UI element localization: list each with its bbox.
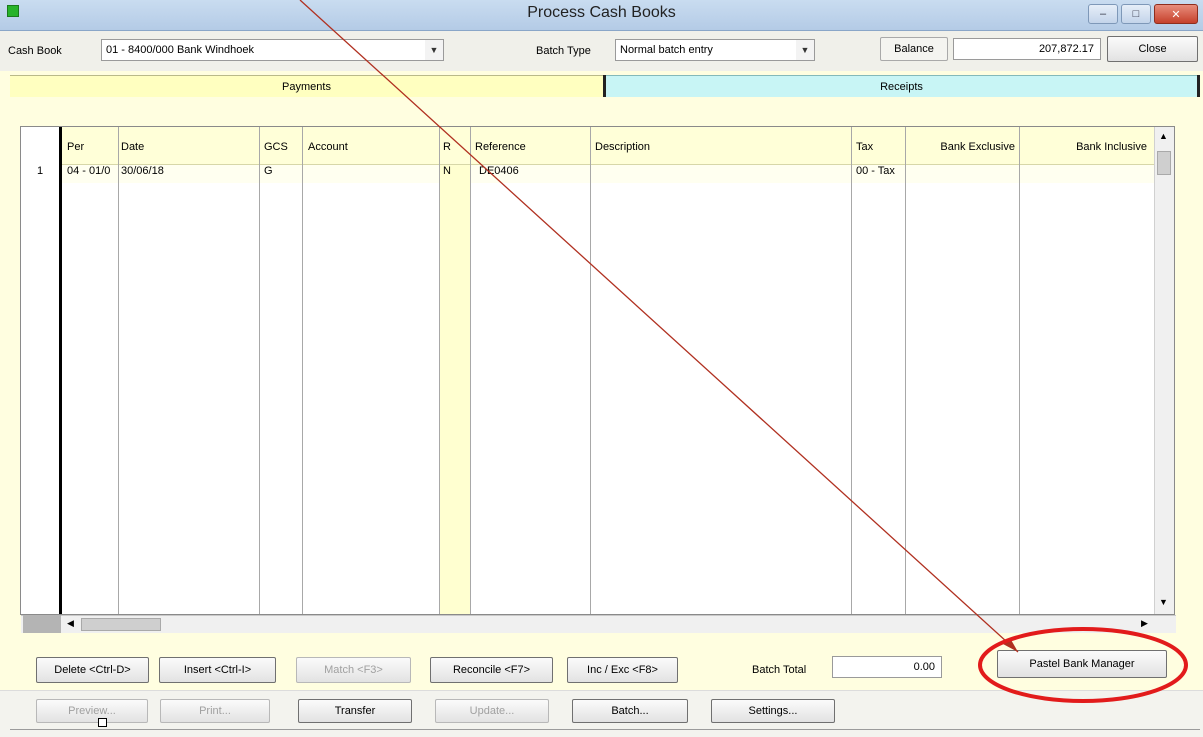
row-header-column <box>21 127 59 614</box>
column-divider <box>1019 127 1020 614</box>
scroll-corner <box>23 615 61 633</box>
cash-book-value: 01 - 8400/000 Bank Windhoek <box>106 44 254 56</box>
chevron-down-icon[interactable]: ▼ <box>424 40 443 60</box>
row-header-divider <box>59 127 62 614</box>
batch-type-value: Normal batch entry <box>620 44 713 56</box>
vertical-scroll-thumb[interactable] <box>1157 151 1171 175</box>
cell-gcs[interactable]: G <box>264 165 273 177</box>
column-header-r[interactable]: R <box>443 141 451 153</box>
column-divider <box>259 127 260 614</box>
pastel-bank-manager-button[interactable]: Pastel Bank Manager <box>997 650 1167 678</box>
column-header-description[interactable]: Description <box>595 141 650 153</box>
status-bar <box>10 729 1200 737</box>
close-window-button[interactable]: ✕ <box>1154 4 1198 24</box>
cash-book-label: Cash Book <box>8 45 62 57</box>
column-divider <box>118 127 119 614</box>
minimize-icon: – <box>1099 8 1107 20</box>
print-button[interactable]: Print... <box>160 699 270 723</box>
column-header-date[interactable]: Date <box>121 141 144 153</box>
balance-field: 207,872.17 <box>953 38 1101 60</box>
chevron-left-icon[interactable]: ◀ <box>67 618 74 629</box>
cash-book-select[interactable]: 01 - 8400/000 Bank Windhoek ▼ <box>101 39 444 61</box>
tab-receipts[interactable]: Receipts <box>606 75 1197 97</box>
row-number: 1 <box>37 165 44 177</box>
column-header-bank-inclusive[interactable]: Bank Inclusive <box>1031 141 1147 153</box>
column-header-bank-exclusive[interactable]: Bank Exclusive <box>925 141 1015 153</box>
column-header-gcs[interactable]: GCS <box>264 141 288 153</box>
horizontal-scroll-thumb[interactable] <box>81 618 161 631</box>
tab-receipts-label: Receipts <box>880 80 923 93</box>
chevron-right-icon[interactable]: ▶ <box>1141 618 1148 629</box>
column-header-per[interactable]: Per <box>67 141 84 153</box>
column-divider <box>905 127 906 614</box>
close-button[interactable]: Close <box>1107 36 1198 62</box>
tab-divider-right <box>1197 75 1200 97</box>
vertical-scrollbar[interactable]: ▲ ▼ <box>1154 127 1174 614</box>
update-button[interactable]: Update... <box>435 699 549 723</box>
table-row[interactable] <box>62 165 1154 183</box>
chevron-up-icon[interactable]: ▲ <box>1159 131 1168 141</box>
batch-type-select[interactable]: Normal batch entry ▼ <box>615 39 815 61</box>
settings-button[interactable]: Settings... <box>711 699 835 723</box>
cell-date[interactable]: 30/06/18 <box>121 165 164 177</box>
drag-handle <box>98 718 107 727</box>
maximize-button[interactable]: □ <box>1121 4 1151 24</box>
reconcile-button[interactable]: Reconcile <F7> <box>430 657 553 683</box>
preview-button[interactable]: Preview... <box>36 699 148 723</box>
transactions-grid[interactable]: Per Date GCS Account R Reference Descrip… <box>20 126 1176 633</box>
r-column-fill <box>439 165 470 614</box>
cell-per[interactable]: 04 - 01/0 <box>67 165 117 177</box>
cashbook-toolbar: Cash Book 01 - 8400/000 Bank Windhoek ▼ … <box>0 31 1203 71</box>
title-bar: Process Cash Books – □ ✕ <box>0 0 1203 31</box>
chevron-down-icon[interactable]: ▼ <box>795 40 814 60</box>
cell-r[interactable]: N <box>443 165 451 177</box>
delete-button[interactable]: Delete <Ctrl-D> <box>36 657 149 683</box>
cell-reference[interactable]: DE0406 <box>479 165 519 177</box>
horizontal-scrollbar[interactable]: ◀ ▶ <box>21 615 1176 633</box>
column-divider <box>439 127 440 614</box>
minimize-button[interactable]: – <box>1088 4 1118 24</box>
batch-total-label: Batch Total <box>752 664 807 676</box>
batch-total-field: 0.00 <box>832 656 942 678</box>
batch-button[interactable]: Batch... <box>572 699 688 723</box>
column-divider <box>851 127 852 614</box>
balance-label: Balance <box>880 37 948 61</box>
column-divider <box>302 127 303 614</box>
column-header-account[interactable]: Account <box>308 141 348 153</box>
column-header-reference[interactable]: Reference <box>475 141 526 153</box>
column-header-tax[interactable]: Tax <box>856 141 873 153</box>
tab-payments[interactable]: Payments <box>10 75 603 97</box>
column-divider <box>470 127 471 614</box>
insert-button[interactable]: Insert <Ctrl-I> <box>159 657 276 683</box>
tab-payments-label: Payments <box>282 80 331 93</box>
match-button[interactable]: Match <F3> <box>296 657 411 683</box>
window-title: Process Cash Books <box>527 4 676 21</box>
column-divider <box>590 127 591 614</box>
transfer-button[interactable]: Transfer <box>298 699 412 723</box>
inc-exc-button[interactable]: Inc / Exc <F8> <box>567 657 678 683</box>
cell-tax[interactable]: 00 - Tax <box>856 165 904 177</box>
close-icon: ✕ <box>1171 8 1181 21</box>
maximize-icon: □ <box>1132 8 1140 20</box>
batch-type-label: Batch Type <box>536 45 591 57</box>
chevron-down-icon[interactable]: ▼ <box>1159 597 1168 607</box>
